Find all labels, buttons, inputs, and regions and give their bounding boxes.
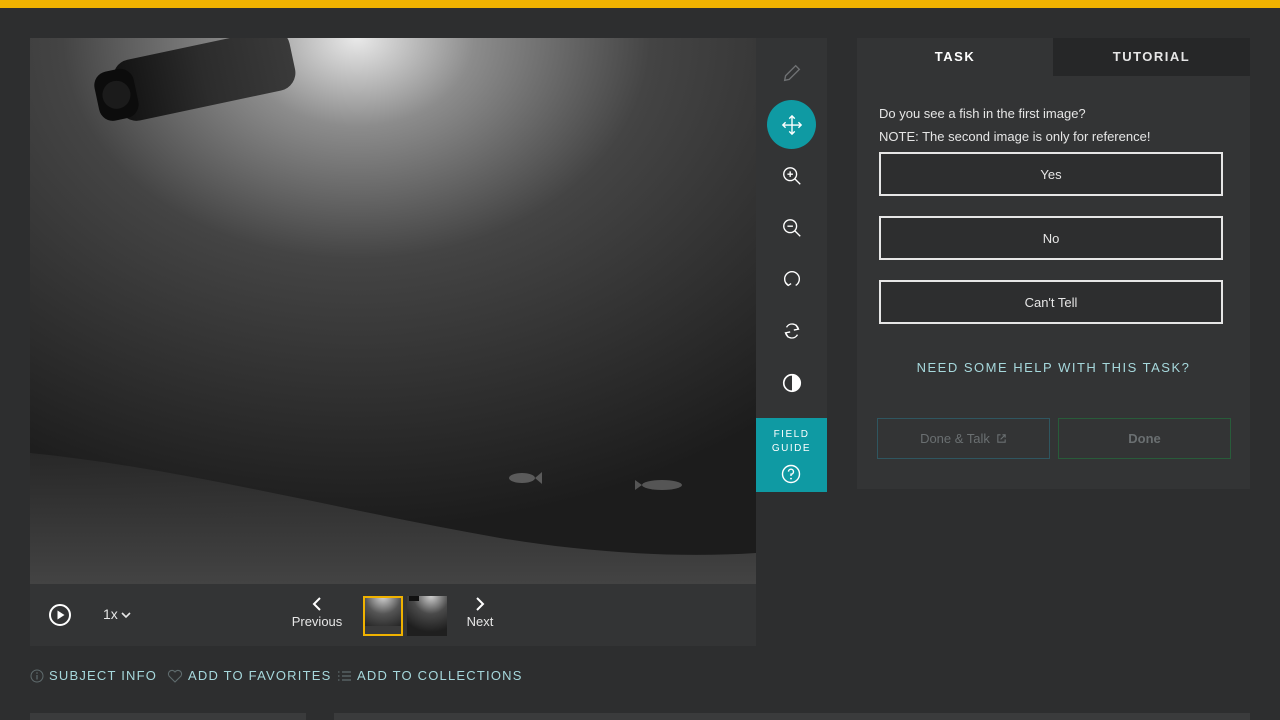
invert-icon (782, 373, 801, 392)
invert-colors-button[interactable] (767, 358, 816, 407)
previous-label: Previous (291, 614, 343, 629)
done-button[interactable]: Done (1058, 418, 1231, 459)
reset-view-button[interactable] (767, 306, 816, 355)
playback-speed-select[interactable]: 1x (103, 606, 131, 622)
move-icon (781, 114, 802, 135)
external-link-icon (997, 434, 1006, 443)
zoom-out-button[interactable] (767, 203, 816, 252)
thumbnail-image (363, 596, 403, 636)
playback-speed-value: 1x (103, 606, 118, 622)
pencil-icon (783, 64, 800, 81)
task-question: Do you see a fish in the first image? NO… (879, 102, 1150, 148)
subject-image-viewer[interactable] (30, 38, 756, 584)
tab-tutorial[interactable]: TUTORIAL (1053, 38, 1250, 76)
image-toolbar (756, 38, 827, 418)
add-to-collections-button[interactable]: ADD TO COLLECTIONS (337, 668, 523, 683)
annotate-tool-button[interactable] (767, 48, 816, 97)
task-panel: TASK TUTORIAL Do you see a fish in the f… (857, 38, 1250, 489)
answer-no-button[interactable]: No (879, 216, 1223, 260)
chevron-left-icon (282, 596, 352, 614)
frame-thumbnail-1[interactable] (363, 596, 403, 636)
info-icon (30, 669, 44, 682)
next-label: Next (466, 614, 494, 629)
previous-frame-button[interactable]: Previous (282, 596, 352, 629)
next-frame-button[interactable]: Next (455, 596, 505, 629)
list-icon (338, 670, 351, 681)
play-icon (49, 604, 71, 626)
zoom-in-icon (782, 166, 801, 185)
answer-cant-tell-button[interactable]: Can't Tell (879, 280, 1223, 324)
help-circle-icon (781, 464, 801, 484)
done-and-talk-label: Done & Talk (920, 431, 990, 446)
question-note: NOTE: The second image is only for refer… (879, 129, 1151, 144)
rotate-icon (783, 270, 800, 286)
add-to-collections-label: ADD TO COLLECTIONS (357, 668, 523, 683)
task-help-link[interactable]: NEED SOME HELP WITH THIS TASK? (857, 360, 1250, 375)
reset-icon (783, 322, 800, 339)
subject-info-button[interactable]: SUBJECT INFO (30, 668, 157, 683)
rotate-button[interactable] (767, 254, 816, 303)
heart-icon (167, 669, 183, 683)
frame-thumbnail-2[interactable] (407, 596, 447, 636)
answer-yes-button[interactable]: Yes (879, 152, 1223, 196)
add-to-favorites-label: ADD TO FAVORITES (188, 668, 332, 683)
viewer-controls: 1x Previous Next (30, 584, 756, 646)
top-accent-bar (0, 0, 1280, 8)
tab-task[interactable]: TASK (857, 38, 1053, 76)
done-and-talk-button[interactable]: Done & Talk (877, 418, 1050, 459)
chevron-right-icon (455, 596, 505, 614)
lower-panel-edge (334, 713, 1250, 720)
zoom-in-button[interactable] (767, 151, 816, 200)
thumbnail-image (407, 596, 447, 636)
lower-panel-edge (30, 713, 306, 720)
move-tool-button[interactable] (767, 100, 816, 149)
underwater-photo (30, 38, 756, 584)
play-button[interactable] (48, 603, 72, 627)
zoom-out-icon (782, 218, 801, 237)
question-text: Do you see a fish in the first image? (879, 106, 1086, 121)
field-guide-button[interactable]: FIELD GUIDE (756, 418, 827, 492)
chevron-down-icon (121, 612, 131, 619)
subject-info-label: SUBJECT INFO (49, 668, 158, 683)
field-guide-label: FIELD GUIDE (771, 429, 812, 454)
add-to-favorites-button[interactable]: ADD TO FAVORITES (167, 668, 331, 683)
